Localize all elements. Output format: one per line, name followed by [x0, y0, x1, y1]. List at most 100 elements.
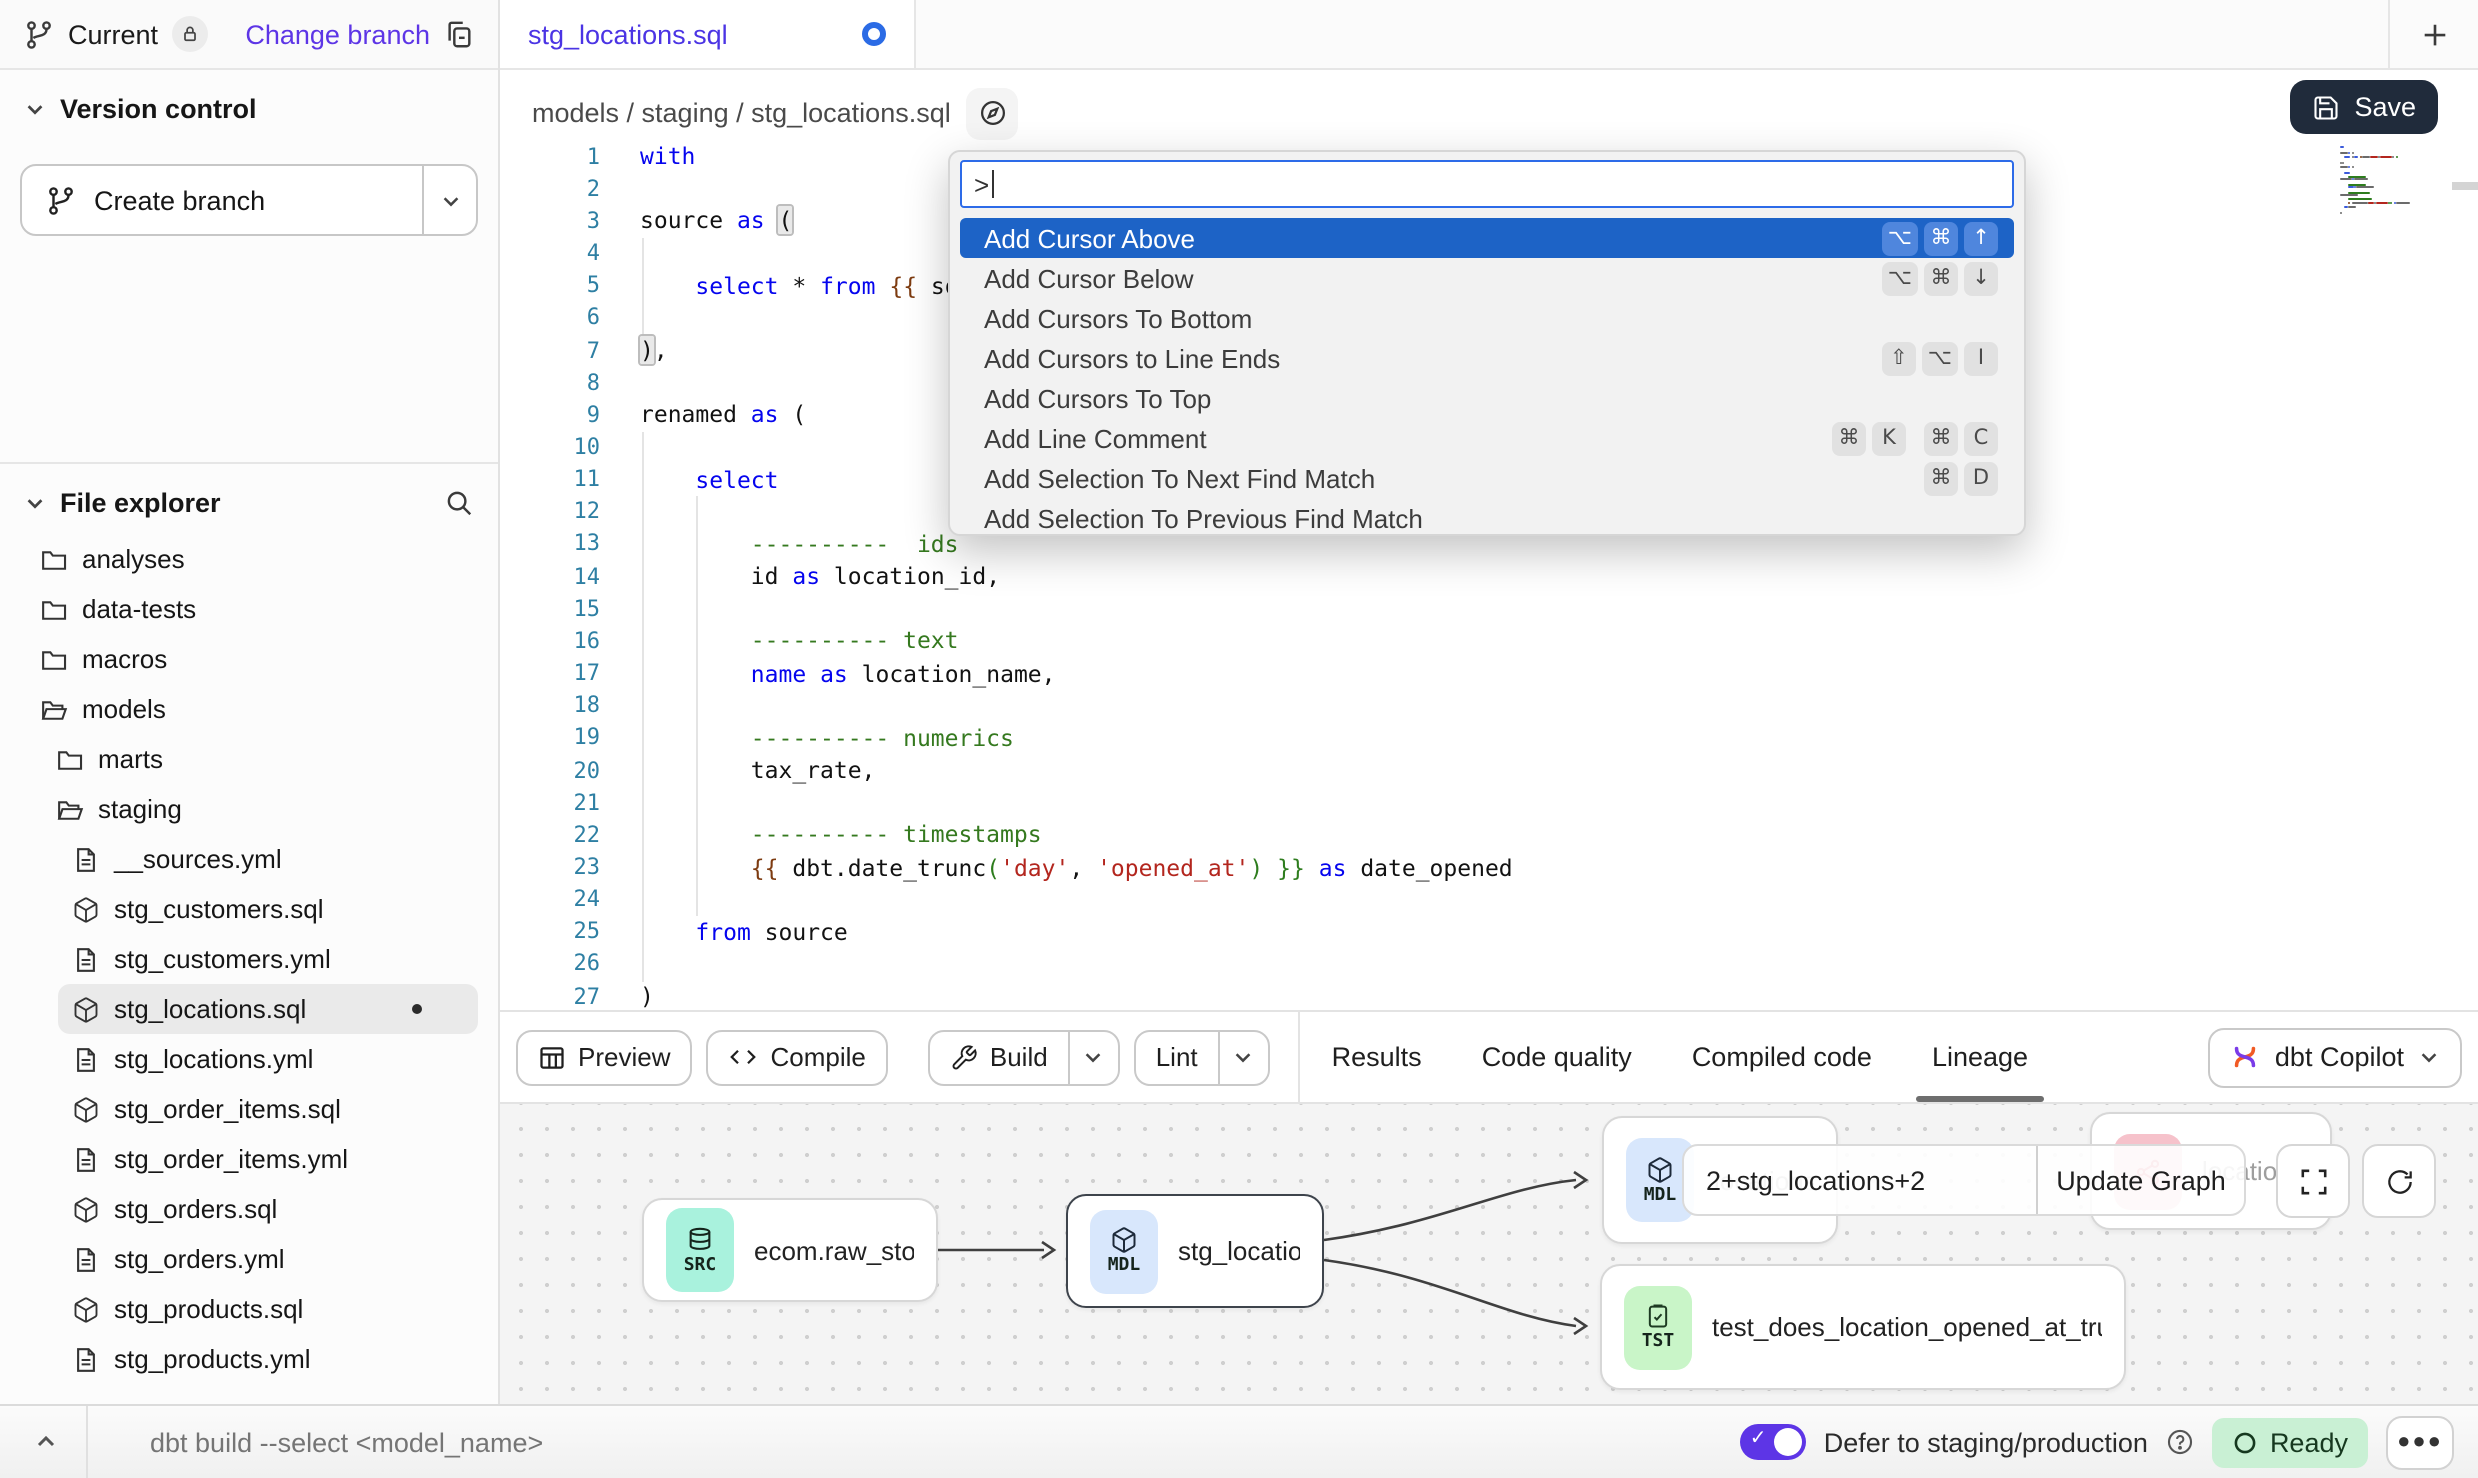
panel-tab-results[interactable]: Results: [1332, 1012, 1422, 1102]
chevron-down-icon: [24, 98, 46, 120]
model-cube-icon: [72, 1095, 100, 1123]
palette-item-add-cursor-below[interactable]: Add Cursor Below⌥⌘↓: [960, 258, 2014, 298]
lint-dropdown[interactable]: [1220, 1046, 1268, 1068]
status-badge[interactable]: Ready: [2212, 1417, 2368, 1467]
line-number: 13: [500, 531, 600, 557]
line-number: 18: [500, 692, 600, 718]
command-input[interactable]: dbt build --select <model_name>: [150, 1427, 543, 1457]
update-graph-button[interactable]: Update Graph: [2038, 1146, 2244, 1214]
folder-item-models[interactable]: models: [0, 684, 498, 734]
code-line[interactable]: 18: [500, 689, 2478, 721]
palette-item-add-line-comment[interactable]: Add Line Comment⌘K⌘C: [960, 418, 2014, 458]
code-line[interactable]: 20 tax_rate,: [500, 754, 2478, 786]
panel-tab-lineage[interactable]: Lineage: [1932, 1012, 2028, 1102]
copy-icon[interactable]: [444, 19, 474, 49]
change-branch-link[interactable]: Change branch: [245, 19, 430, 49]
file-label: marts: [98, 744, 163, 774]
file-label: stg_customers.sql: [114, 894, 324, 924]
folder-item-analyses[interactable]: analyses: [0, 534, 498, 584]
code-line[interactable]: 16 ---------- text: [500, 625, 2478, 657]
code-line[interactable]: 14 id as location_id,: [500, 560, 2478, 592]
code-line[interactable]: 27): [500, 980, 2478, 1012]
line-number: 15: [500, 596, 600, 622]
file-item-stg_locations.sql[interactable]: stg_locations.sql: [58, 984, 478, 1034]
shortcut-key: C: [1964, 421, 1998, 455]
file-item-stg_order_items.sql[interactable]: stg_order_items.sql: [0, 1084, 498, 1134]
palette-item-add-cursors-to-top[interactable]: Add Cursors To Top: [960, 378, 2014, 418]
create-branch-dropdown[interactable]: [424, 189, 476, 211]
folder-item-marts[interactable]: marts: [0, 734, 498, 784]
code-line[interactable]: 15: [500, 592, 2478, 624]
file-explorer-header[interactable]: File explorer: [0, 464, 498, 530]
line-number: 11: [500, 466, 600, 492]
minimap[interactable]: [2336, 142, 2452, 214]
refresh-button[interactable]: [2362, 1144, 2436, 1218]
command-palette-input[interactable]: >: [960, 160, 2014, 208]
palette-item-add-cursors-to-bottom[interactable]: Add Cursors To Bottom: [960, 298, 2014, 338]
shortcut-key: ↑: [1964, 221, 1998, 255]
code-line[interactable]: 23 {{ dbt.date_trunc('day', 'opened_at')…: [500, 851, 2478, 883]
tab-stg-locations[interactable]: stg_locations.sql: [500, 0, 916, 68]
file-item-stg_order_items.yml[interactable]: stg_order_items.yml: [0, 1134, 498, 1184]
folder-item-data-tests[interactable]: data-tests: [0, 584, 498, 634]
code-line[interactable]: 22 ---------- timestamps: [500, 819, 2478, 851]
save-button[interactable]: Save: [2290, 80, 2438, 134]
line-number: 7: [500, 337, 600, 363]
folder-item-macros[interactable]: macros: [0, 634, 498, 684]
dbt-copilot-button[interactable]: dbt Copilot: [2209, 1027, 2462, 1087]
palette-item-add-selection-to-previous-find-match[interactable]: Add Selection To Previous Find Match: [960, 498, 2014, 536]
file-item-stg_products.sql[interactable]: stg_products.sql: [0, 1284, 498, 1334]
new-tab-button[interactable]: [2390, 0, 2478, 68]
file-item-__sources.yml[interactable]: __sources.yml: [0, 834, 498, 884]
code-line[interactable]: 21: [500, 786, 2478, 818]
lineage-node-stg-locations[interactable]: MDL stg_locations: [1066, 1194, 1324, 1308]
help-icon[interactable]: [2166, 1428, 2194, 1456]
expand-command-bar-button[interactable]: [24, 1420, 68, 1464]
code-line[interactable]: 19 ---------- numerics: [500, 722, 2478, 754]
preview-button[interactable]: Preview: [516, 1029, 693, 1085]
defer-toggle[interactable]: ✓: [1740, 1424, 1806, 1460]
lineage-node-source[interactable]: SRC ecom.raw_stores: [642, 1198, 938, 1302]
file-label: __sources.yml: [114, 844, 282, 874]
navigate-button[interactable]: [967, 87, 1019, 139]
panel-tab-compiled-code[interactable]: Compiled code: [1692, 1012, 1872, 1102]
palette-item-add-cursor-above[interactable]: Add Cursor Above⌥⌘↑: [960, 218, 2014, 258]
lineage-canvas[interactable]: SRC ecom.raw_stores MDL stg_locations MD…: [500, 1104, 2478, 1404]
compile-button[interactable]: Compile: [707, 1029, 888, 1085]
fullscreen-button[interactable]: [2276, 1144, 2350, 1218]
create-branch-button[interactable]: Create branch: [20, 164, 478, 236]
build-dropdown[interactable]: [1070, 1046, 1118, 1068]
code-line[interactable]: 17 name as location_name,: [500, 657, 2478, 689]
editor-tab-bar: stg_locations.sql: [500, 0, 2478, 70]
file-item-stg_products.yml[interactable]: stg_products.yml: [0, 1334, 498, 1384]
version-control-header[interactable]: Version control: [0, 70, 498, 136]
file-item-stg_customers.yml[interactable]: stg_customers.yml: [0, 934, 498, 984]
search-icon[interactable]: [444, 488, 474, 518]
minimap-slider[interactable]: [2452, 182, 2478, 190]
line-number: 8: [500, 369, 600, 395]
code-line[interactable]: 24: [500, 883, 2478, 915]
more-options-button[interactable]: ●●●: [2386, 1415, 2454, 1469]
lineage-selector-input[interactable]: 2+stg_locations+2: [1684, 1146, 2036, 1214]
file-icon: [72, 945, 100, 973]
line-number: 9: [500, 402, 600, 428]
panel-tab-code-quality[interactable]: Code quality: [1482, 1012, 1632, 1102]
lineage-node-test[interactable]: TST test_does_location_opened_at_trunc_t…: [1600, 1264, 2126, 1390]
line-number: 10: [500, 434, 600, 460]
file-item-stg_locations.yml[interactable]: stg_locations.yml: [0, 1034, 498, 1084]
build-button[interactable]: Build: [928, 1029, 1120, 1085]
palette-item-add-selection-to-next-find-match[interactable]: Add Selection To Next Find Match⌘D: [960, 458, 2014, 498]
sidebar: Current Change branch Version control Cr…: [0, 0, 500, 1404]
version-control-section: Version control Create branch: [0, 70, 498, 464]
file-label: stg_products.yml: [114, 1344, 311, 1374]
palette-item-add-cursors-to-line-ends[interactable]: Add Cursors to Line Ends⇧⌥I: [960, 338, 2014, 378]
chevron-down-icon: [2418, 1046, 2440, 1068]
folder-item-staging[interactable]: staging: [0, 784, 498, 834]
code-line[interactable]: 26: [500, 948, 2478, 980]
file-item-stg_customers.sql[interactable]: stg_customers.sql: [0, 884, 498, 934]
chevron-down-icon: [439, 189, 461, 211]
file-item-stg_orders.sql[interactable]: stg_orders.sql: [0, 1184, 498, 1234]
lint-button[interactable]: Lint: [1134, 1029, 1270, 1085]
code-line[interactable]: 25 from source: [500, 916, 2478, 948]
file-item-stg_orders.yml[interactable]: stg_orders.yml: [0, 1234, 498, 1284]
